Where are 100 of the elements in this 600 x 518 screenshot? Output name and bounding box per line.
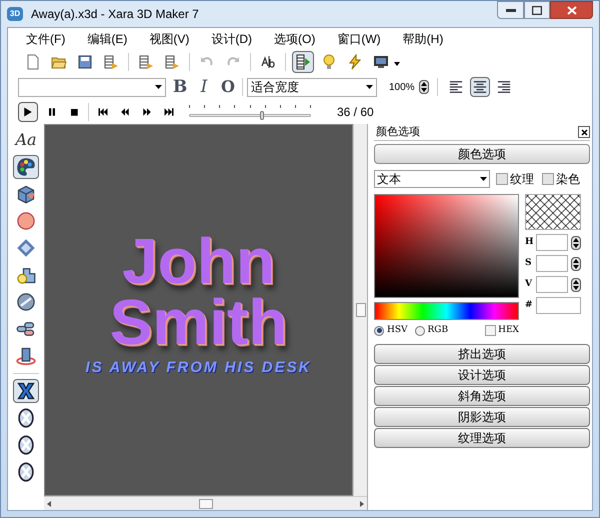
film-play-icon (295, 54, 311, 70)
palette-icon (16, 157, 36, 177)
x-circle-icon (16, 462, 36, 482)
field-label: # (525, 298, 533, 312)
spin-button[interactable] (418, 80, 429, 94)
subtitle-text: IS AWAY FROM HIS DESK (86, 358, 312, 378)
spin-arrows-icon (420, 82, 427, 92)
section-button[interactable]: 斜角选项 (374, 386, 590, 406)
close-button[interactable] (550, 1, 593, 19)
panel-title: 颜色选项 (376, 124, 420, 140)
checkbox[interactable]: HEX (485, 324, 519, 338)
checkbox[interactable]: 染色 (542, 170, 580, 188)
film-play-button[interactable] (292, 51, 314, 73)
skip-end-icon (163, 106, 175, 118)
field-label: V (525, 278, 533, 291)
minimize-icon (506, 8, 516, 12)
menu-item[interactable]: 文件(F) (26, 30, 66, 48)
bulb-shape-icon (16, 265, 36, 285)
align-center-icon (472, 80, 487, 94)
input-field[interactable] (536, 276, 568, 293)
section-button[interactable]: 挤出选项 (374, 344, 590, 364)
bold-button[interactable]: B (170, 77, 190, 97)
menu-item[interactable]: 设计(D) (211, 30, 252, 48)
input-field[interactable] (536, 255, 568, 272)
radio-button[interactable]: HSV (374, 324, 408, 338)
monitor-icon (373, 54, 389, 70)
input-field[interactable] (536, 234, 568, 251)
title-3d-text: John (122, 230, 275, 292)
align-right-icon (496, 80, 511, 94)
document-icon (25, 54, 41, 70)
close-icon (566, 6, 576, 14)
menu-item[interactable]: 窗口(W) (337, 30, 381, 48)
lightning-icon (347, 54, 363, 70)
menu-item[interactable]: 帮助(H) (402, 30, 444, 48)
cylinders-icon (16, 319, 36, 339)
target-dropdown[interactable]: 文本 (374, 170, 490, 188)
size-dropdown[interactable]: 适合宽度 (247, 78, 377, 96)
align-left-icon (448, 80, 463, 94)
stop-icon (68, 106, 80, 118)
diamond-icon (16, 238, 36, 258)
checkbox[interactable]: 纹理 (496, 170, 534, 188)
slider-thumb[interactable] (260, 111, 264, 120)
title-3d-text: Smith (110, 292, 288, 353)
cube-icon (16, 184, 36, 204)
horizontal-scrollbar[interactable] (44, 496, 367, 510)
rewind-icon (119, 106, 131, 118)
fast-forward-icon (141, 106, 153, 118)
outline-button[interactable]: O (218, 77, 238, 97)
disc-icon (16, 292, 36, 312)
close-icon (580, 128, 588, 136)
skip-start-icon (97, 106, 109, 118)
vertical-scrollbar[interactable] (353, 124, 367, 496)
scroll-thumb[interactable] (356, 303, 366, 317)
section-button[interactable]: 颜色选项 (374, 144, 590, 164)
x-circle-icon (16, 435, 36, 455)
scroll-arrow-icon (47, 500, 51, 506)
field-label: H (525, 236, 533, 249)
spin-arrows-icon (573, 258, 579, 268)
play-button[interactable] (18, 102, 38, 122)
close-panel-button[interactable] (578, 126, 590, 138)
window-title: Away(a).x3d - Xara 3D Maker 7 (31, 6, 199, 23)
frame-counter: 36 / 60 (337, 104, 374, 121)
texture-preview (525, 194, 581, 230)
spin-button[interactable] (571, 256, 581, 270)
play-icon (22, 106, 34, 118)
spin-arrows-icon (573, 280, 579, 290)
maximize-icon (532, 6, 542, 14)
app-logo: 3D (7, 7, 23, 21)
text-cursor-icon (260, 54, 276, 70)
palette-tool-button[interactable] (13, 155, 39, 179)
x-letter-icon (16, 381, 36, 401)
scroll-thumb[interactable] (198, 498, 212, 508)
section-button[interactable]: 设计选项 (374, 364, 590, 384)
zoom-value: 100% (389, 80, 415, 94)
frame-slider[interactable] (189, 104, 311, 120)
light-bulb-icon (321, 54, 337, 70)
input-field[interactable] (536, 297, 581, 314)
hue-spectrum-bar[interactable] (374, 302, 519, 320)
spin-button[interactable] (571, 236, 581, 250)
color-gradient-square[interactable] (374, 194, 519, 298)
minimize-button[interactable] (497, 1, 524, 19)
scroll-arrow-icon (360, 500, 364, 506)
save-icon (77, 54, 93, 70)
pause-icon (46, 106, 58, 118)
section-button[interactable]: 纹理选项 (374, 428, 590, 448)
menu-item[interactable]: 选项(O) (274, 30, 316, 48)
field-label: S (525, 256, 532, 270)
menu-item[interactable]: 编辑(E) (87, 30, 128, 48)
x-letter-tool-button[interactable] (13, 379, 39, 403)
x-circle-icon (16, 408, 36, 428)
radio-button[interactable]: RGB (414, 324, 448, 338)
rotating-block-icon (16, 346, 36, 366)
section-button[interactable]: 阴影选项 (374, 406, 590, 426)
spin-button[interactable] (571, 278, 581, 292)
text-tool-button[interactable]: Aa (13, 128, 39, 152)
menu-item[interactable]: 视图(V) (149, 30, 190, 48)
sphere-icon (16, 211, 36, 231)
maximize-button[interactable] (524, 1, 550, 19)
italic-button[interactable]: I (194, 77, 214, 97)
align-center-button[interactable] (470, 77, 490, 97)
